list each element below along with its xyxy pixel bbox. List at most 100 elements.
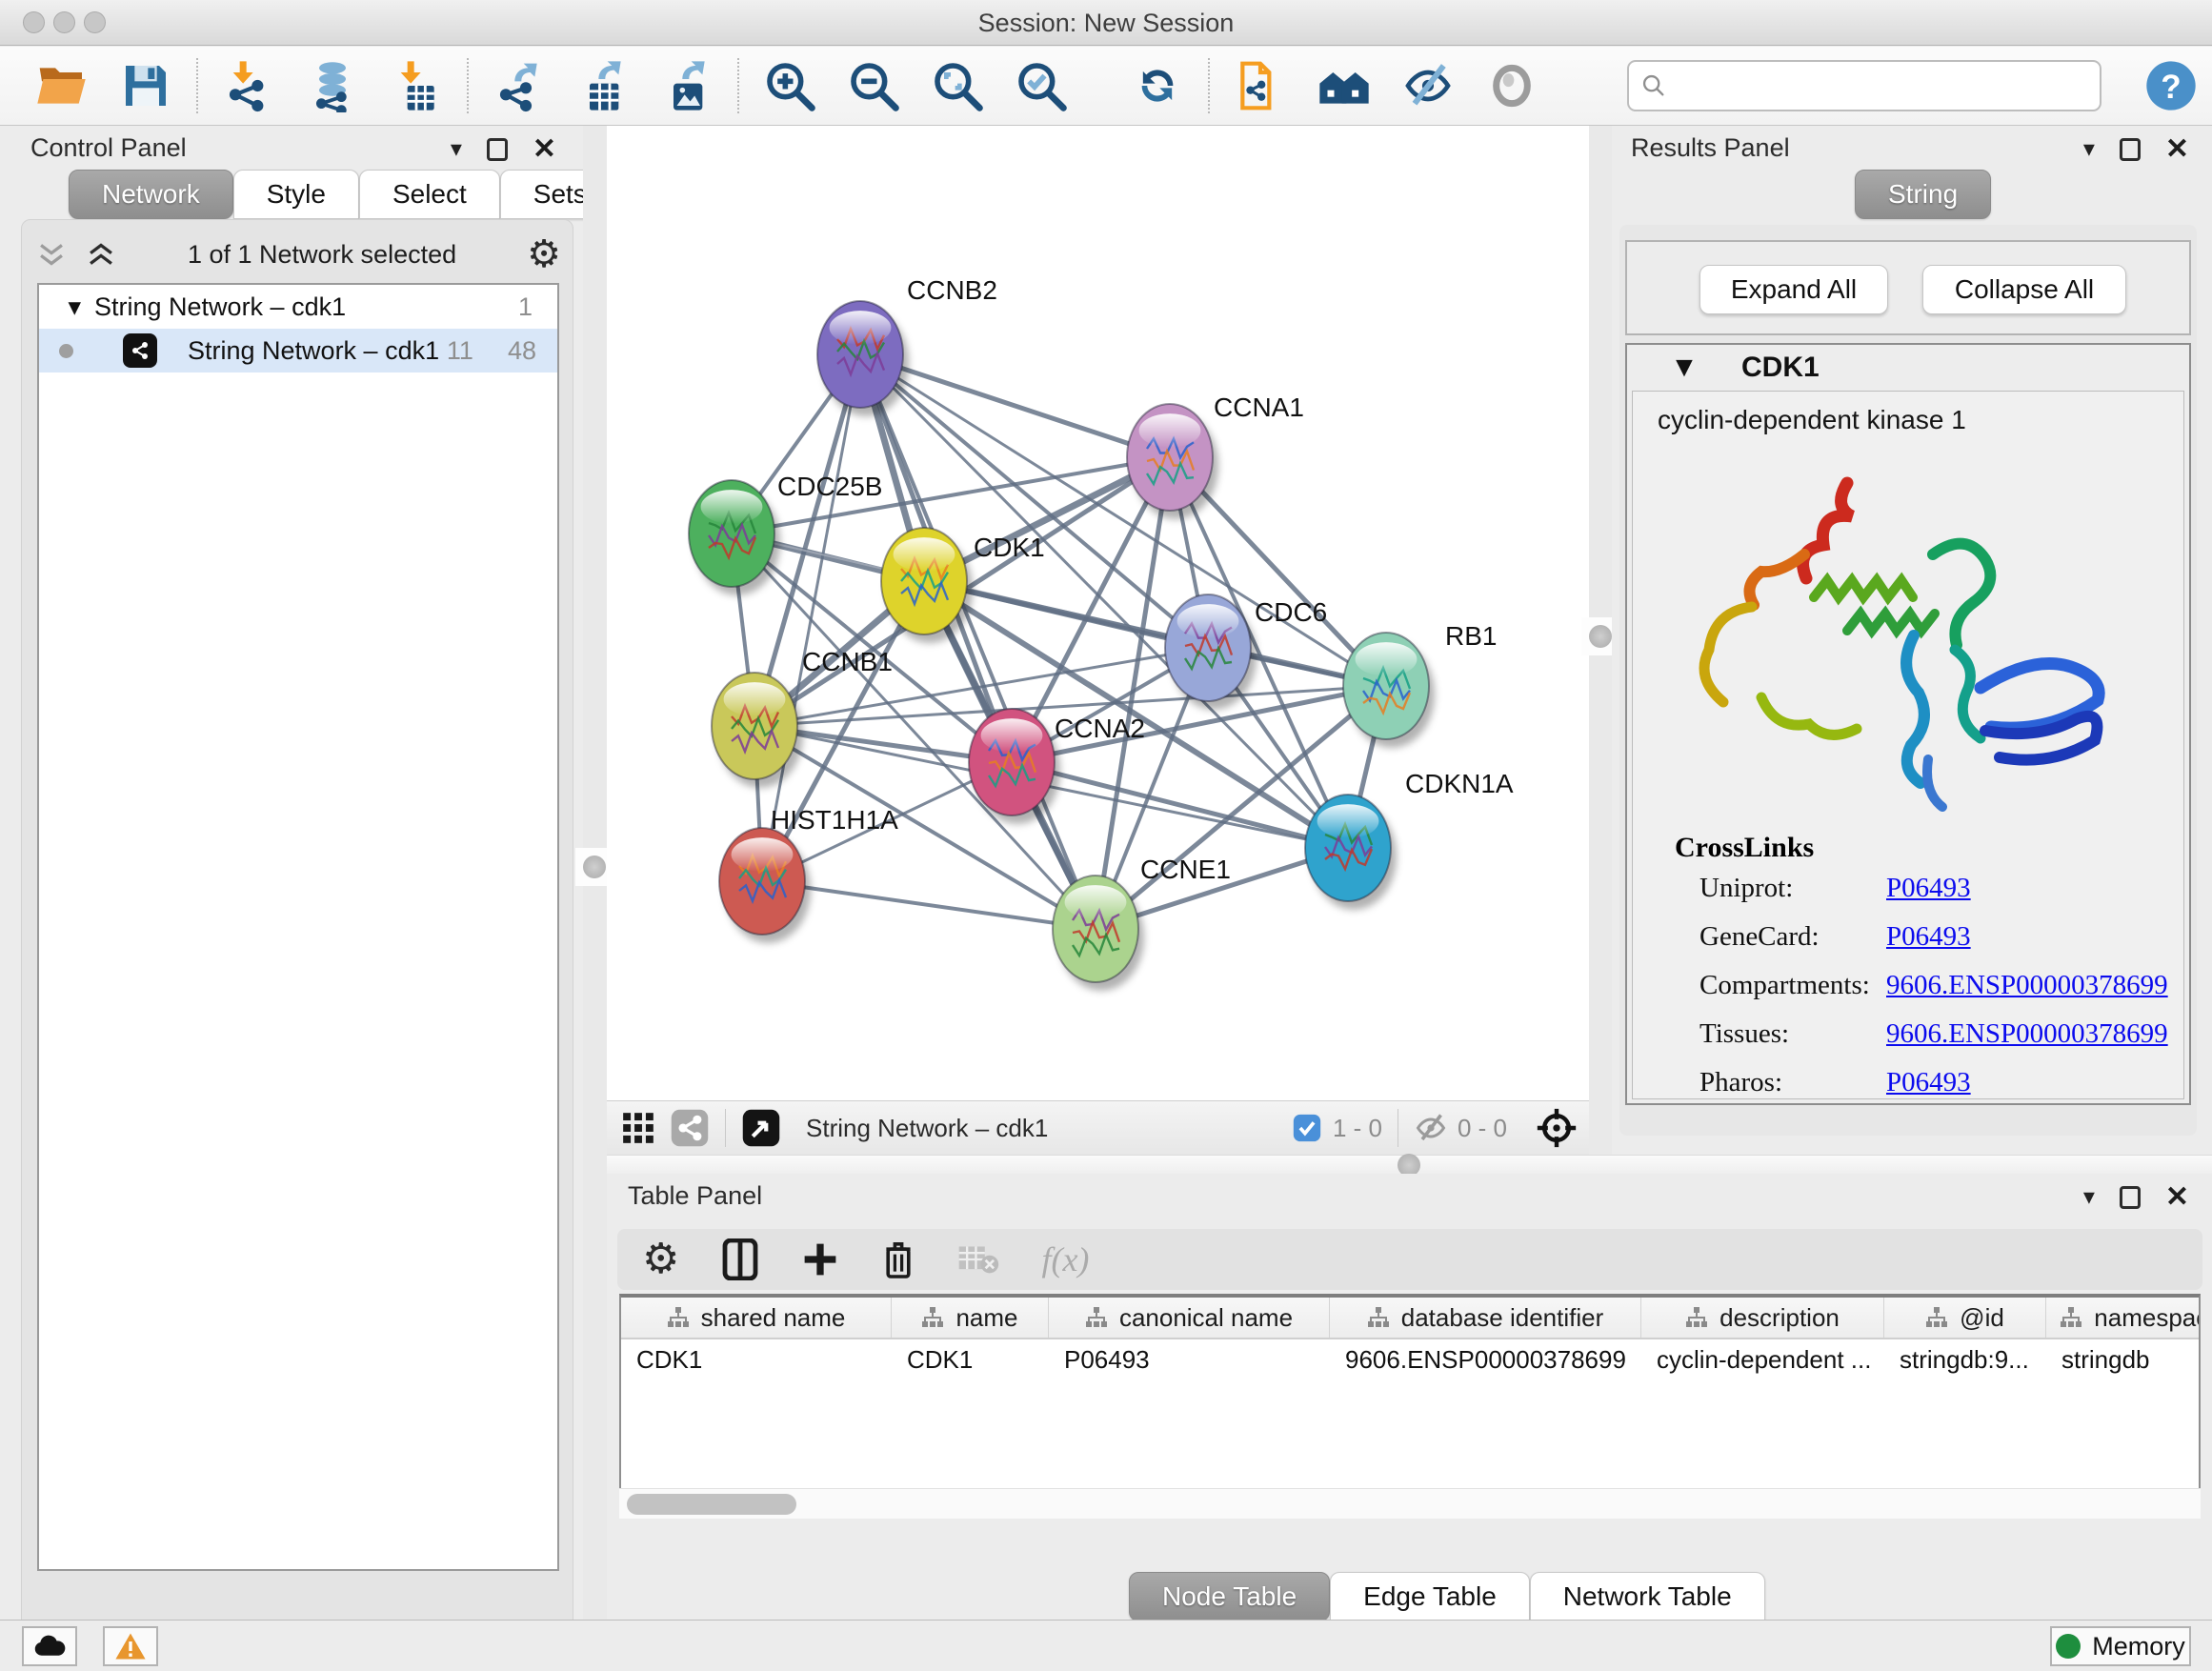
- edge-HIST1H1A-CCNE1[interactable]: [762, 881, 1096, 929]
- node-HIST1H1A[interactable]: HIST1H1A: [719, 805, 898, 943]
- tab-network-table[interactable]: Network Table: [1530, 1572, 1765, 1621]
- delete-table-icon[interactable]: [957, 1242, 999, 1277]
- hide-selected-button[interactable]: [1398, 56, 1458, 115]
- node-label-CDC25B: CDC25B: [777, 472, 882, 501]
- network-edge-count: 48: [508, 336, 536, 366]
- network-collection-row[interactable]: ▾ String Network – cdk1 1: [39, 285, 557, 329]
- control-panel-float-button[interactable]: [487, 138, 508, 161]
- selected-counts: 1 - 0: [1333, 1114, 1382, 1143]
- toolbar-search[interactable]: [1627, 60, 2101, 111]
- warning-status-button[interactable]: [103, 1626, 158, 1666]
- import-network-button[interactable]: [219, 56, 278, 115]
- collapse-all-button[interactable]: Collapse All: [1922, 265, 2126, 314]
- column-header-@id[interactable]: @id: [1884, 1298, 2046, 1338]
- tab-edge-table[interactable]: Edge Table: [1330, 1572, 1530, 1621]
- export-image-button[interactable]: [657, 56, 716, 115]
- show-all-button[interactable]: [1482, 56, 1541, 115]
- cloud-status-button[interactable]: [22, 1626, 77, 1666]
- node-RB1[interactable]: RB1: [1343, 621, 1497, 748]
- zoom-out-button[interactable]: [844, 56, 903, 115]
- scrollbar-thumb[interactable]: [627, 1494, 796, 1515]
- expand-all-button[interactable]: Expand All: [1699, 265, 1888, 314]
- tab-string[interactable]: String: [1855, 170, 1991, 219]
- control-panel: Control Panel ▾ ✕ NetworkStyleSelectSets…: [10, 126, 583, 1612]
- column-header-namespace[interactable]: namespace: [2046, 1298, 2201, 1338]
- tab-style[interactable]: Style: [233, 170, 359, 219]
- expand-all-icon[interactable]: [85, 240, 117, 269]
- help-button[interactable]: ?: [2142, 56, 2201, 115]
- network-row[interactable]: String Network – cdk1 11 48: [39, 329, 557, 372]
- export-network-button[interactable]: [490, 56, 549, 115]
- table-horizontal-scrollbar[interactable]: [619, 1488, 2201, 1519]
- control-panel-close-button[interactable]: ✕: [533, 135, 556, 164]
- cdk1-collapse-caret[interactable]: ▼: [1627, 352, 1741, 384]
- crosslink-link[interactable]: P06493: [1886, 873, 1971, 903]
- node-CCNA2[interactable]: CCNA2: [969, 709, 1145, 824]
- crosslink-link[interactable]: P06493: [1886, 921, 1971, 952]
- memory-button[interactable]: Memory: [2050, 1626, 2191, 1666]
- table-panel-close-button[interactable]: ✕: [2165, 1183, 2189, 1212]
- import-table-button[interactable]: [387, 56, 446, 115]
- column-header-description[interactable]: description: [1641, 1298, 1884, 1338]
- left-panel-splitter[interactable]: [583, 126, 607, 1620]
- edge-CCNB2-CCNE1[interactable]: [860, 354, 1096, 929]
- table-options-gear-icon[interactable]: ⚙: [642, 1238, 679, 1280]
- column-header-name[interactable]: name: [892, 1298, 1049, 1338]
- import-network-from-database-button[interactable]: [303, 56, 362, 115]
- network-view[interactable]: CCNB2CCNA1CDC25BCDK1CDC6RB1CCNB1CCNA2CDK…: [607, 126, 1589, 1100]
- crosslink-link[interactable]: 9606.ENSP00000378699: [1886, 1018, 2168, 1049]
- collection-expand-caret[interactable]: ▾: [39, 292, 81, 322]
- table-cell[interactable]: P06493: [1049, 1339, 1330, 1379]
- birdseye-view-button[interactable]: [741, 1108, 781, 1148]
- show-columns-icon[interactable]: [721, 1238, 759, 1280]
- save-session-button[interactable]: [116, 56, 175, 115]
- column-header-canonical-name[interactable]: canonical name: [1049, 1298, 1330, 1338]
- table-panel-float-button[interactable]: [2120, 1186, 2141, 1209]
- tab-node-table[interactable]: Node Table: [1129, 1572, 1330, 1621]
- open-session-button[interactable]: [32, 56, 91, 115]
- node-CDKN1A[interactable]: CDKN1A: [1305, 769, 1514, 910]
- results-panel-splitter[interactable]: [1589, 126, 1612, 1155]
- control-panel-menu-button[interactable]: ▾: [451, 138, 462, 161]
- app-window: Session: New Session: [0, 0, 2212, 1671]
- zoom-in-button[interactable]: [760, 56, 819, 115]
- network-share-button[interactable]: [670, 1108, 710, 1148]
- results-panel-close-button[interactable]: ✕: [2165, 135, 2189, 164]
- zoom-selected-button[interactable]: [1012, 56, 1071, 115]
- table-cell[interactable]: CDK1: [621, 1339, 892, 1379]
- column-header-shared-name[interactable]: shared name: [621, 1298, 892, 1338]
- node-CCNA1[interactable]: CCNA1: [1127, 393, 1304, 519]
- function-builder-icon[interactable]: f(x): [1041, 1239, 1089, 1279]
- table-cell[interactable]: CDK1: [892, 1339, 1049, 1379]
- search-input[interactable]: [1677, 71, 2088, 101]
- crosslink-link[interactable]: P06493: [1886, 1067, 1971, 1097]
- table-cell[interactable]: stringdb: [2046, 1339, 2201, 1379]
- birdseye-home-button[interactable]: [1315, 56, 1374, 115]
- grid-view-button[interactable]: [620, 1110, 656, 1146]
- control-panel-tabs: NetworkStyleSelectSets: [69, 170, 620, 219]
- network-options-gear-icon[interactable]: ⚙: [527, 235, 561, 273]
- table-cell[interactable]: 9606.ENSP00000378699: [1330, 1339, 1641, 1379]
- table-panel-menu-button[interactable]: ▾: [2083, 1186, 2095, 1209]
- tab-select[interactable]: Select: [359, 170, 500, 219]
- column-header-database-identifier[interactable]: database identifier: [1330, 1298, 1641, 1338]
- collapse-all-icon[interactable]: [35, 240, 68, 269]
- results-panel-menu-button[interactable]: ▾: [2083, 138, 2095, 161]
- navigator-crosshair-button[interactable]: [1536, 1107, 1578, 1149]
- table-row[interactable]: CDK1CDK1P064939606.ENSP00000378699cyclin…: [621, 1339, 2199, 1379]
- table-cell[interactable]: stringdb:9...: [1884, 1339, 2046, 1379]
- crosslink-row: Pharos:P06493: [1633, 1058, 2183, 1107]
- share-file-button[interactable]: [1231, 56, 1290, 115]
- node-table[interactable]: shared namenamecanonical namedatabase id…: [619, 1294, 2201, 1519]
- export-table-button[interactable]: [573, 56, 633, 115]
- node-CCNE1[interactable]: CCNE1: [1053, 855, 1231, 991]
- delete-column-icon[interactable]: [881, 1238, 915, 1280]
- table-cell[interactable]: cyclin-dependent ...: [1641, 1339, 1884, 1379]
- create-column-icon[interactable]: [801, 1240, 839, 1278]
- zoom-fit-button[interactable]: [928, 56, 987, 115]
- results-panel-float-button[interactable]: [2120, 138, 2141, 161]
- table-panel-splitter[interactable]: [607, 1155, 2212, 1174]
- tab-network[interactable]: Network: [69, 170, 233, 219]
- crosslink-link[interactable]: 9606.ENSP00000378699: [1886, 970, 2168, 1000]
- refresh-view-button[interactable]: [1128, 56, 1187, 115]
